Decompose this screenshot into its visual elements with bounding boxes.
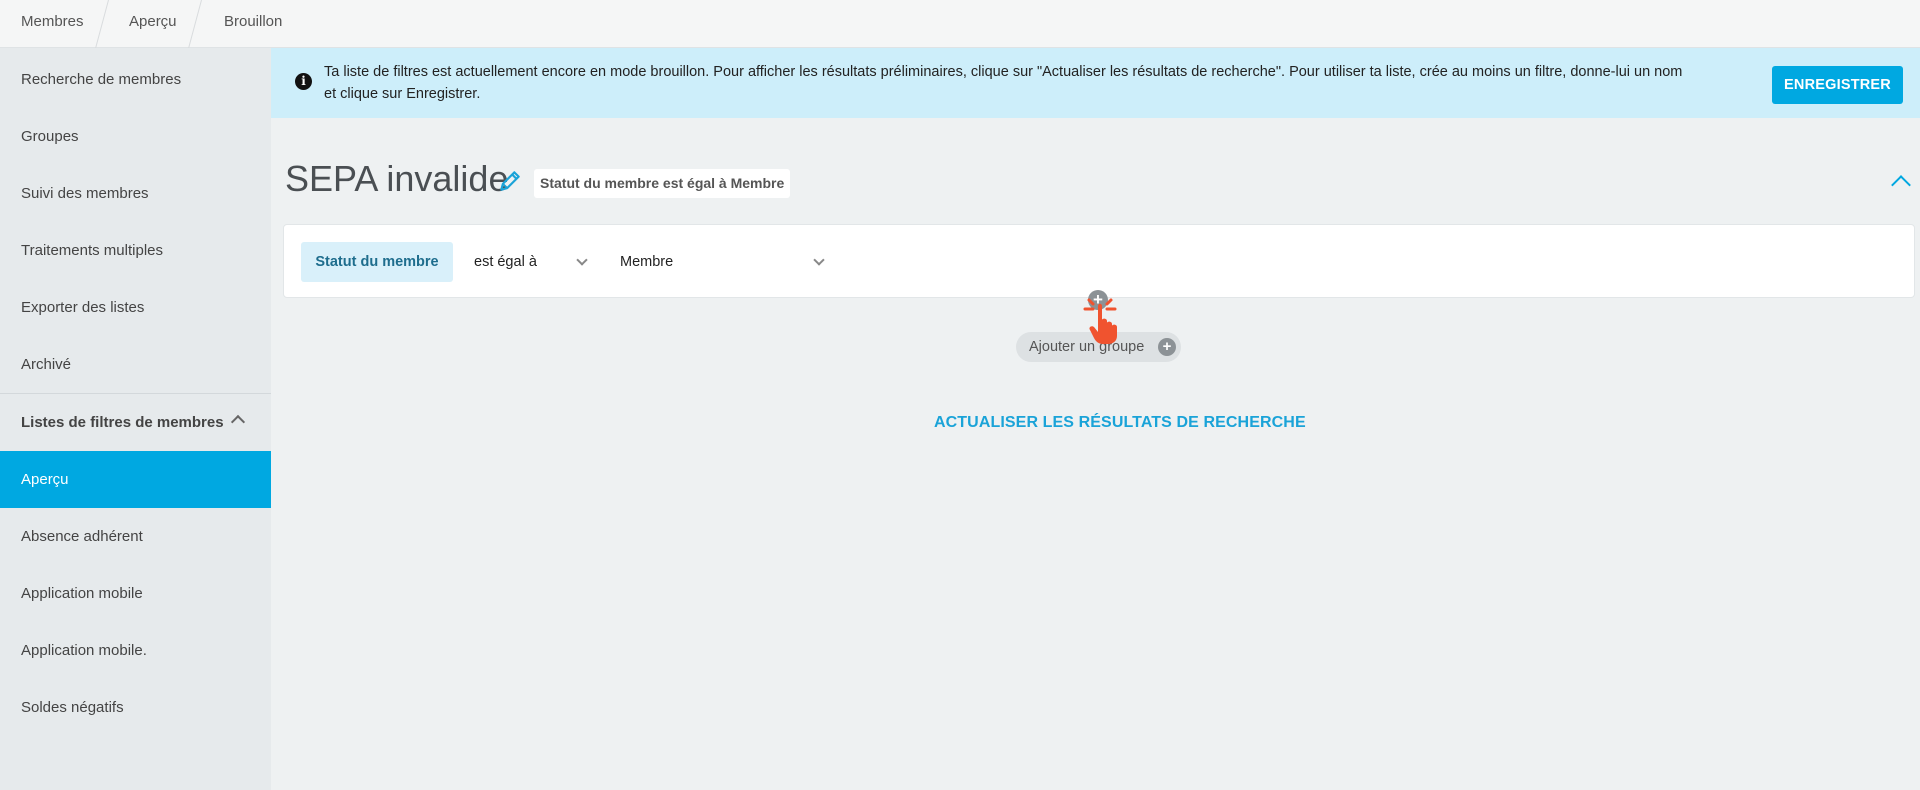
- sidebar-item-recherche-de-membres[interactable]: Recherche de membres: [0, 51, 271, 108]
- sidebar-item-groupes[interactable]: Groupes: [0, 108, 271, 165]
- breadcrumb-separator: [186, 0, 202, 55]
- sidebar-section-listes-de-filtres[interactable]: Listes de filtres de membres: [0, 394, 271, 451]
- breadcrumb-item-brouillon: Brouillon: [224, 13, 283, 30]
- plus-circle-icon: +: [1158, 338, 1176, 356]
- banner-message: Ta liste de filtres est actuellement enc…: [324, 64, 1683, 102]
- save-button[interactable]: ENREGISTRER: [1772, 66, 1903, 104]
- breadcrumb-separator: [93, 0, 109, 55]
- value-select[interactable]: Membre: [620, 242, 830, 282]
- refresh-results-link[interactable]: ACTUALISER LES RÉSULTATS DE RECHERCHE: [934, 414, 1306, 432]
- breadcrumb-item-apercu[interactable]: Aperçu: [129, 0, 177, 48]
- sidebar-item-archive[interactable]: Archivé: [0, 336, 271, 393]
- pencil-icon[interactable]: [497, 168, 523, 194]
- chevron-up-icon[interactable]: [1891, 175, 1911, 195]
- operator-select[interactable]: est égal à: [474, 242, 589, 282]
- value-select-value: Membre: [620, 254, 674, 270]
- sidebar-section-label: Listes de filtres de membres: [21, 414, 224, 431]
- draft-info-banner: i Ta liste de filtres est actuellement e…: [271, 48, 1920, 118]
- breadcrumb-item-membres[interactable]: Membres: [21, 0, 84, 48]
- page-title[interactable]: SEPA invalide: [285, 155, 508, 203]
- filter-summary-badge: Statut du membre est égal à Membre: [534, 169, 791, 198]
- sidebar-item-exporter-des-listes[interactable]: Exporter des listes: [0, 279, 271, 336]
- sidebar-item-application-mobile[interactable]: Application mobile: [0, 565, 271, 622]
- condition-field-chip[interactable]: Statut du membre: [301, 242, 453, 282]
- sidebar-item-absence-adherent[interactable]: Absence adhérent: [0, 508, 271, 565]
- filter-condition-row: Statut du membre est égal à Membre: [283, 224, 1915, 298]
- chevron-down-icon: [813, 254, 825, 266]
- chevron-down-icon: [576, 254, 588, 266]
- sidebar-item-apercu[interactable]: Aperçu: [0, 451, 271, 508]
- sidebar-item-soldes-negatifs[interactable]: Soldes négatifs: [0, 679, 271, 736]
- breadcrumb: Membres Aperçu Brouillon: [0, 0, 1920, 55]
- sidebar-item-suivi-des-membres[interactable]: Suivi des membres: [0, 165, 271, 222]
- info-icon: i: [295, 73, 312, 90]
- operator-select-value: est égal à: [474, 254, 537, 270]
- sidebar-item-traitements-multiples[interactable]: Traitements multiples: [0, 222, 271, 279]
- hand-cursor-icon: [1083, 298, 1117, 344]
- chevron-up-icon: [230, 414, 246, 430]
- sidebar: Recherche de membres Groupes Suivi des m…: [0, 48, 271, 790]
- sidebar-item-application-mobile-2[interactable]: Application mobile.: [0, 622, 271, 679]
